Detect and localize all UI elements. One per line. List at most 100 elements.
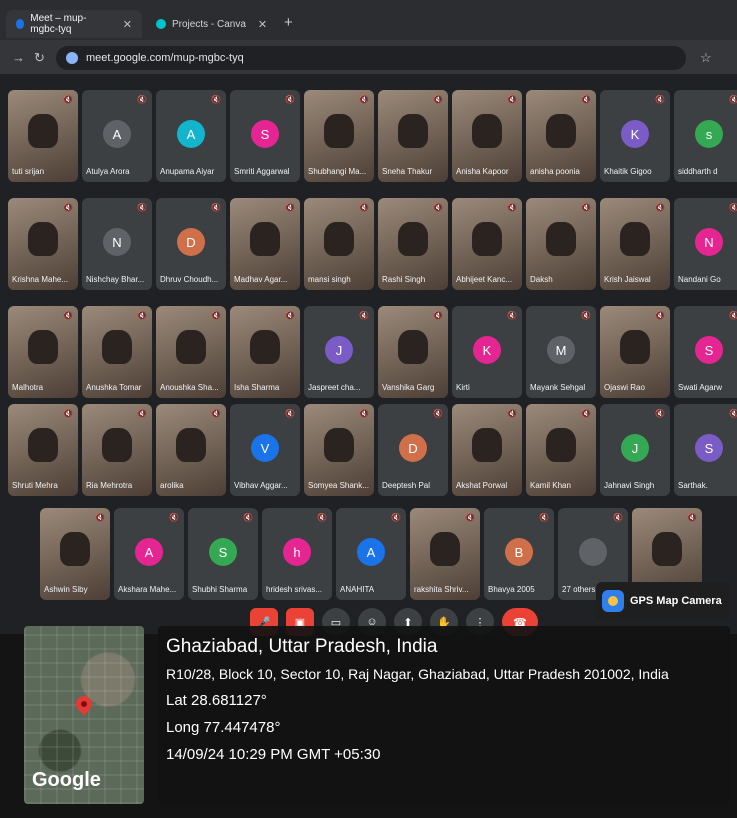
mic-muted-icon: 🔇: [359, 95, 369, 104]
participant-tile[interactable]: h 🔇 hridesh srivas...: [262, 508, 332, 600]
participant-tile[interactable]: 🔇 Ojaswi Rao: [600, 306, 670, 398]
tab-label: Meet – mup-mgbc-tyq: [30, 13, 87, 35]
participant-avatar: N: [103, 228, 131, 256]
participant-name: Malhotra: [12, 383, 44, 392]
mic-muted-icon: 🔇: [169, 513, 179, 522]
participant-tile[interactable]: 🔇 Kamil Khan: [526, 404, 596, 496]
participant-tile[interactable]: 🔇 Sneha Thakur: [378, 90, 448, 182]
participant-name: Daksh: [530, 275, 553, 284]
participant-video: [398, 222, 428, 256]
meet-participant-grid: 🔇 tuti srijan A 🔇 Atulya Arora A 🔇 Anupama Aiya…: [0, 74, 737, 634]
participant-tile[interactable]: S 🔇 Shubhi Sharma: [188, 508, 258, 600]
participant-name: Kirti: [456, 383, 470, 392]
participant-tile[interactable]: 🔇 Isha Sharma: [230, 306, 300, 398]
participant-tile[interactable]: 🔇 Anoushka Sha...: [156, 306, 226, 398]
participant-tile[interactable]: 🔇 Akshat Porwal: [452, 404, 522, 496]
participant-tile[interactable]: M 🔇 Mayank Sehgal: [526, 306, 596, 398]
participant-tile[interactable]: 🔇 Anisha Kapoor: [452, 90, 522, 182]
participant-tile[interactable]: 🔇 Krishna Mahe...: [8, 198, 78, 290]
mic-muted-icon: 🔇: [507, 409, 517, 418]
participant-tile[interactable]: J 🔇 Jahnavi Singh: [600, 404, 670, 496]
location-latitude: Lat 28.681127°: [166, 692, 267, 709]
participant-tile[interactable]: A 🔇 ANAHITA: [336, 508, 406, 600]
participant-tile[interactable]: K 🔇 Khaitik Gigoo: [600, 90, 670, 182]
participant-tile[interactable]: 🔇 Rashi Singh: [378, 198, 448, 290]
star-icon[interactable]: ☆: [700, 50, 712, 66]
participant-tile[interactable]: 🔇 Shruti Mehra: [8, 404, 78, 496]
participant-tile[interactable]: 🔇 anisha poonia: [526, 90, 596, 182]
participant-name: Sarthak.: [678, 481, 708, 490]
participant-tile[interactable]: 🔇 Malhotra: [8, 306, 78, 398]
participant-avatar: S: [695, 336, 723, 364]
participant-tile[interactable]: S 🔇 Sarthak.: [674, 404, 737, 496]
participant-tile[interactable]: K 🔇 Kirti: [452, 306, 522, 398]
participant-tile[interactable]: S 🔇 Smriti Aggarwal: [230, 90, 300, 182]
participant-name: Dhruv Choudh...: [160, 275, 219, 284]
close-icon[interactable]: ✕: [123, 18, 132, 31]
participant-name: siddharth d: [678, 167, 718, 176]
participant-name: hridesh srivas...: [266, 585, 323, 594]
participant-video: [324, 114, 354, 148]
participant-tile[interactable]: 🔇 Somyea Shank...: [304, 404, 374, 496]
participant-tile[interactable]: 🔇 Madhav Agar...: [230, 198, 300, 290]
close-icon[interactable]: ✕: [258, 18, 267, 31]
mic-muted-icon: 🔇: [729, 203, 737, 212]
participant-tile[interactable]: J 🔇 Jaspreet cha...: [304, 306, 374, 398]
mic-muted-icon: 🔇: [729, 95, 737, 104]
mic-muted-icon: 🔇: [285, 311, 295, 320]
participant-name: Anushka Tomar: [86, 383, 142, 392]
tab-meet[interactable]: Meet – mup-mgbc-tyq ✕: [6, 10, 142, 38]
participant-avatar: S: [209, 538, 237, 566]
participant-tile[interactable]: N 🔇 Nandani Go: [674, 198, 737, 290]
gps-map-camera-badge: GPS Map Camera: [596, 582, 730, 620]
participant-tile[interactable]: 🔇 Vanshika Garg: [378, 306, 448, 398]
mic-muted-icon: 🔇: [243, 513, 253, 522]
participant-tile[interactable]: s 🔇 siddharth d: [674, 90, 737, 182]
participant-video: [60, 532, 90, 566]
participant-tile[interactable]: 🔇 arolika: [156, 404, 226, 496]
participant-tile[interactable]: 🔇 Ashwin Siby: [40, 508, 110, 600]
reload-icon[interactable]: ↻: [34, 50, 45, 66]
participant-tile[interactable]: D 🔇 Dhruv Choudh...: [156, 198, 226, 290]
participant-tile[interactable]: 🔇 Shubhangi Ma...: [304, 90, 374, 182]
participant-video: [176, 330, 206, 364]
participant-tile[interactable]: B 🔇 Bhavya 2005: [484, 508, 554, 600]
participant-name: mansi singh: [308, 275, 351, 284]
mic-muted-icon: 🔇: [137, 311, 147, 320]
participant-tile[interactable]: A 🔇 Anupama Aiyar: [156, 90, 226, 182]
participant-tile[interactable]: S 🔇 Swati Agarw: [674, 306, 737, 398]
participant-name: ANAHITA: [340, 585, 375, 594]
new-tab-icon[interactable]: +: [284, 14, 293, 31]
url-input[interactable]: meet.google.com/mup-mgbc-tyq: [56, 46, 686, 70]
site-info-icon[interactable]: [66, 52, 78, 64]
mic-muted-icon: 🔇: [285, 203, 295, 212]
participant-name: Sneha Thakur: [382, 167, 433, 176]
participant-tile[interactable]: 🔇 Anushka Tomar: [82, 306, 152, 398]
participant-tile[interactable]: 🔇 Krish Jaiswal: [600, 198, 670, 290]
url-text: meet.google.com/mup-mgbc-tyq: [86, 52, 244, 64]
participant-avatar: N: [695, 228, 723, 256]
participant-tile[interactable]: N 🔇 Nishchay Bhar...: [82, 198, 152, 290]
participant-tile[interactable]: 🔇 rakshita Shriv...: [410, 508, 480, 600]
participant-name: arolika: [160, 481, 184, 490]
participant-tile[interactable]: D 🔇 Deeptesh Pal: [378, 404, 448, 496]
participant-name: Mayank Sehgal: [530, 383, 586, 392]
mic-muted-icon: 🔇: [391, 513, 401, 522]
participant-tile[interactable]: 🔇 tuti srijan: [8, 90, 78, 182]
participant-tile[interactable]: 🔇 mansi singh: [304, 198, 374, 290]
participant-tile[interactable]: A 🔇 Atulya Arora: [82, 90, 152, 182]
participant-name: Krishna Mahe...: [12, 275, 69, 284]
mic-muted-icon: 🔇: [211, 311, 221, 320]
participant-tile[interactable]: 🔇 Abhijeet Kanc...: [452, 198, 522, 290]
mic-muted-icon: 🔇: [63, 409, 73, 418]
location-datetime: 14/09/24 10:29 PM GMT +05:30: [166, 746, 381, 763]
participant-tile[interactable]: 🔇 Daksh: [526, 198, 596, 290]
forward-icon[interactable]: →: [12, 50, 25, 65]
tab-canva[interactable]: Projects - Canva ✕: [146, 10, 278, 38]
mic-muted-icon: 🔇: [581, 95, 591, 104]
participant-tile[interactable]: 🔇 Ria Mehrotra: [82, 404, 152, 496]
participant-tile[interactable]: A 🔇 Akshara Mahe...: [114, 508, 184, 600]
participant-name: Jaspreet cha...: [308, 383, 361, 392]
participant-tile[interactable]: V 🔇 Vibhav Aggar...: [230, 404, 300, 496]
mic-muted-icon: 🔇: [433, 311, 443, 320]
